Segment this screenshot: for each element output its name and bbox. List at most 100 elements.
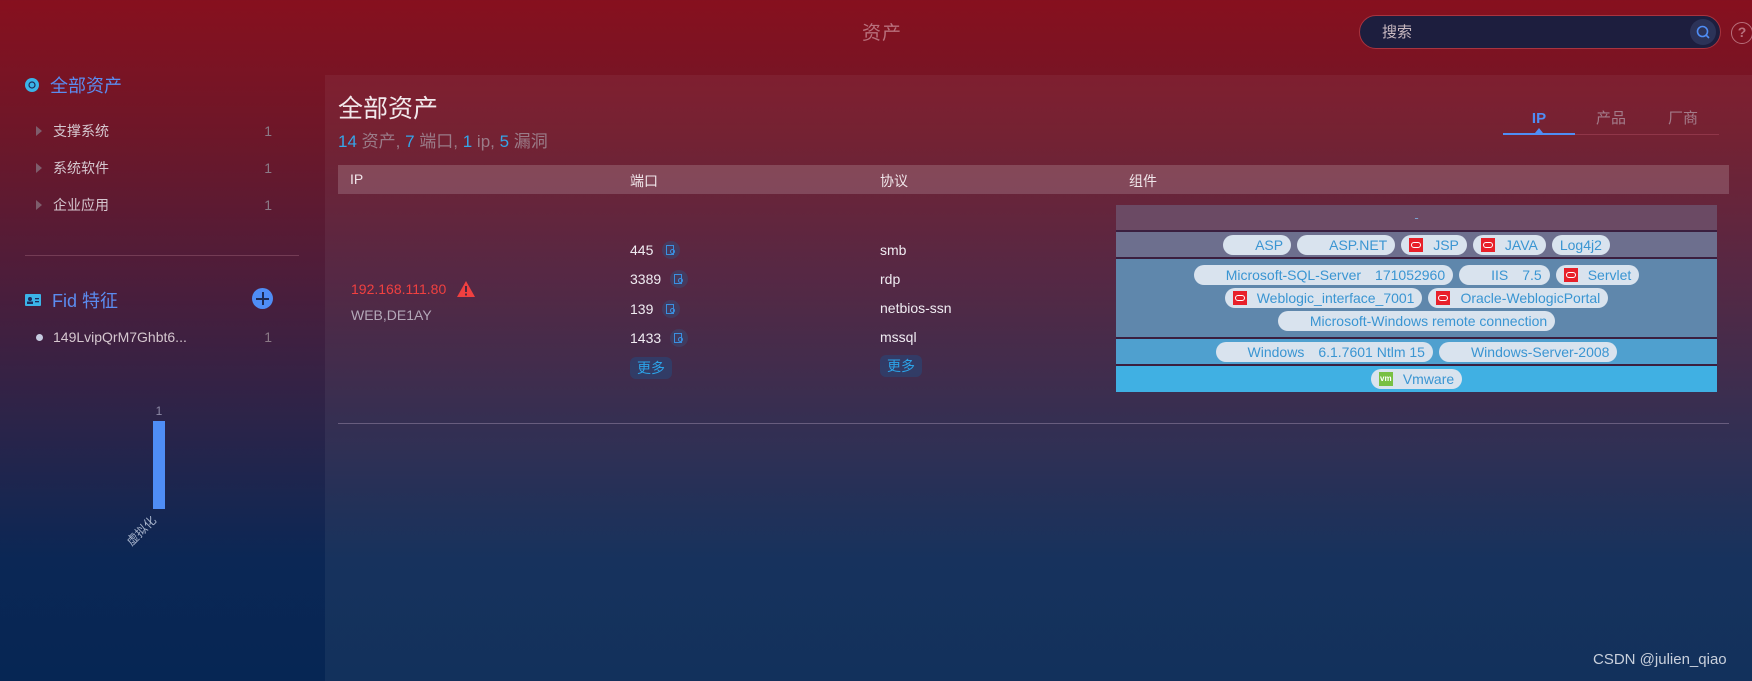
search-button[interactable] xyxy=(1690,19,1716,45)
component-chip[interactable]: ASP.NET xyxy=(1297,234,1396,255)
tab-ip[interactable]: IP xyxy=(1503,110,1575,135)
main-panel: 全部资产 14 资产, 7 端口, 1 ip, 5 漏洞 IP 产品 厂商 IP… xyxy=(325,75,1752,681)
category-count: 1 xyxy=(264,123,272,139)
component-layer-2: Microsoft-SQL-Server 171052960 IIS 7.5 Servl… xyxy=(1116,259,1717,339)
component-name: Weblogic_interface_7001 xyxy=(1256,290,1415,306)
port-detail-button[interactable] xyxy=(662,240,681,259)
caret-right-icon xyxy=(36,163,42,173)
component-chip[interactable]: Microsoft-SQL-Server 171052960 xyxy=(1193,265,1454,285)
component-name: Log4j2 xyxy=(1559,236,1602,253)
microsoft-logo-icon xyxy=(1447,345,1461,359)
oracle-logo-icon xyxy=(1563,268,1578,282)
ip-count: 1 xyxy=(462,132,473,151)
component-chip[interactable]: JSP xyxy=(1401,234,1467,255)
component-version: 7.5 xyxy=(1522,267,1542,283)
assets-count: 14 xyxy=(338,132,357,151)
row-divider xyxy=(338,423,1729,424)
component-version: 171052960 xyxy=(1375,267,1446,283)
sidebar: 全部资产 支撑系统 1 系统软件 1 企业应用 1 Fid 特征 149Lvip… xyxy=(0,64,325,681)
tab-vendor[interactable]: 厂商 xyxy=(1647,110,1719,135)
search-icon xyxy=(1696,25,1710,39)
sidebar-all-assets[interactable]: 全部资产 xyxy=(25,72,122,98)
port-detail-button[interactable] xyxy=(670,270,689,289)
ports-label: 端口, xyxy=(414,132,463,151)
component-chip[interactable]: ASP xyxy=(1223,234,1292,255)
component-stack: - ASP ASP.NET JSP JAVA Log4j2 Microsoft-SQL-… xyxy=(1116,205,1717,392)
port-number: 445 xyxy=(630,241,654,258)
component-name: JAVA xyxy=(1504,236,1538,253)
category-label: 企业应用 xyxy=(53,197,109,213)
protocol-item: netbios-ssn xyxy=(880,299,952,316)
port-detail-button[interactable] xyxy=(662,299,681,318)
ip-label: ip, xyxy=(472,132,500,151)
component-name: Microsoft-SQL-Server xyxy=(1225,267,1362,283)
component-chip[interactable]: Windows 6.1.7601 Ntlm 15 xyxy=(1215,341,1433,362)
detail-doc-icon xyxy=(674,333,684,344)
vulns-count: 5 xyxy=(499,132,510,151)
sidebar-category-item[interactable]: 支撑系统 1 xyxy=(36,119,272,143)
component-chip[interactable]: Servlet xyxy=(1555,265,1640,285)
summary-stats: 14 资产, 7 端口, 1 ip, 5 漏洞 xyxy=(338,127,548,152)
help-button[interactable]: ? xyxy=(1731,22,1752,44)
sidebar-category-item[interactable]: 系统软件 1 xyxy=(36,156,272,180)
warning-icon[interactable] xyxy=(456,280,475,297)
detail-doc-icon xyxy=(674,274,684,285)
ip-address-link[interactable]: 192.168.111.80 xyxy=(351,281,446,297)
category-count: 1 xyxy=(264,160,272,176)
empty-layer-dash: - xyxy=(1414,210,1419,225)
search-box[interactable] xyxy=(1359,15,1721,49)
protocol-item: mssql xyxy=(880,328,917,345)
tab-product[interactable]: 产品 xyxy=(1575,110,1647,135)
column-header-component: 组件 xyxy=(1129,173,1157,189)
microsoft-logo-icon xyxy=(1224,345,1238,359)
component-chip[interactable]: vm Vmware xyxy=(1370,369,1463,389)
detail-doc-icon xyxy=(666,244,676,255)
component-layer-3: Windows 6.1.7601 Ntlm 15 Windows-Server-20… xyxy=(1116,339,1717,366)
asset-pie-icon xyxy=(25,78,39,92)
category-label: 系统软件 xyxy=(53,160,109,176)
protocol-list: smb rdp netbios-ssn mssql 更多 xyxy=(880,235,952,380)
component-version: 6.1.7601 Ntlm 15 xyxy=(1318,343,1425,360)
component-chip[interactable]: Windows-Server-2008 xyxy=(1438,341,1618,362)
fid-item-count: 1 xyxy=(264,329,272,345)
component-chip[interactable]: Log4j2 xyxy=(1551,234,1610,255)
plus-circle-icon[interactable] xyxy=(252,288,273,309)
sidebar-category-item[interactable]: 企业应用 1 xyxy=(36,193,272,217)
component-layer-1: ASP ASP.NET JSP JAVA Log4j2 xyxy=(1116,232,1717,259)
oracle-logo-icon xyxy=(1480,237,1495,252)
component-chip[interactable]: Microsoft-Windows remote connection xyxy=(1277,311,1556,331)
component-name: Microsoft-Windows remote connection xyxy=(1309,313,1548,329)
port-item: 139 xyxy=(630,294,688,324)
category-label: 支撑系统 xyxy=(53,123,109,139)
microsoft-logo-icon xyxy=(1286,314,1300,328)
oracle-logo-icon xyxy=(1232,291,1247,305)
ports-more-button[interactable]: 更多 xyxy=(630,356,672,379)
component-name: Windows xyxy=(1247,343,1305,360)
view-tabs: IP 产品 厂商 xyxy=(1503,110,1719,135)
bullet-icon xyxy=(36,333,43,341)
port-item: 1433 xyxy=(630,324,689,354)
ip-cell: 192.168.111.80 WEB,DE1AY xyxy=(351,280,475,323)
port-number: 3389 xyxy=(630,271,662,288)
oracle-logo-icon xyxy=(1409,237,1424,252)
caret-right-icon xyxy=(36,126,42,136)
top-header: 资产 ? xyxy=(0,0,1752,64)
component-chip[interactable]: IIS 7.5 xyxy=(1459,265,1550,285)
search-input[interactable] xyxy=(1382,16,1672,48)
component-name: Oracle-WeblogicPortal xyxy=(1460,290,1601,306)
component-chip[interactable]: Oracle-WeblogicPortal xyxy=(1428,288,1609,308)
protocols-more-button[interactable]: 更多 xyxy=(880,354,922,377)
caret-right-icon xyxy=(36,200,42,210)
component-name: ASP.NET xyxy=(1329,236,1388,253)
component-chip[interactable]: Weblogic_interface_7001 xyxy=(1224,288,1423,308)
chart-bar[interactable] xyxy=(153,421,165,509)
vulns-label: 漏洞 xyxy=(509,132,548,151)
chart-category-label: 虚拟化 xyxy=(124,513,159,548)
page-title: 全部资产 xyxy=(338,95,439,123)
component-chip[interactable]: JAVA xyxy=(1472,234,1546,255)
port-detail-button[interactable] xyxy=(670,329,689,348)
category-bar-chart: 1 虚拟化 xyxy=(124,404,165,549)
component-layer-empty: - xyxy=(1116,205,1717,232)
column-header-protocol: 协议 xyxy=(880,173,908,189)
ports-count: 7 xyxy=(405,132,415,151)
